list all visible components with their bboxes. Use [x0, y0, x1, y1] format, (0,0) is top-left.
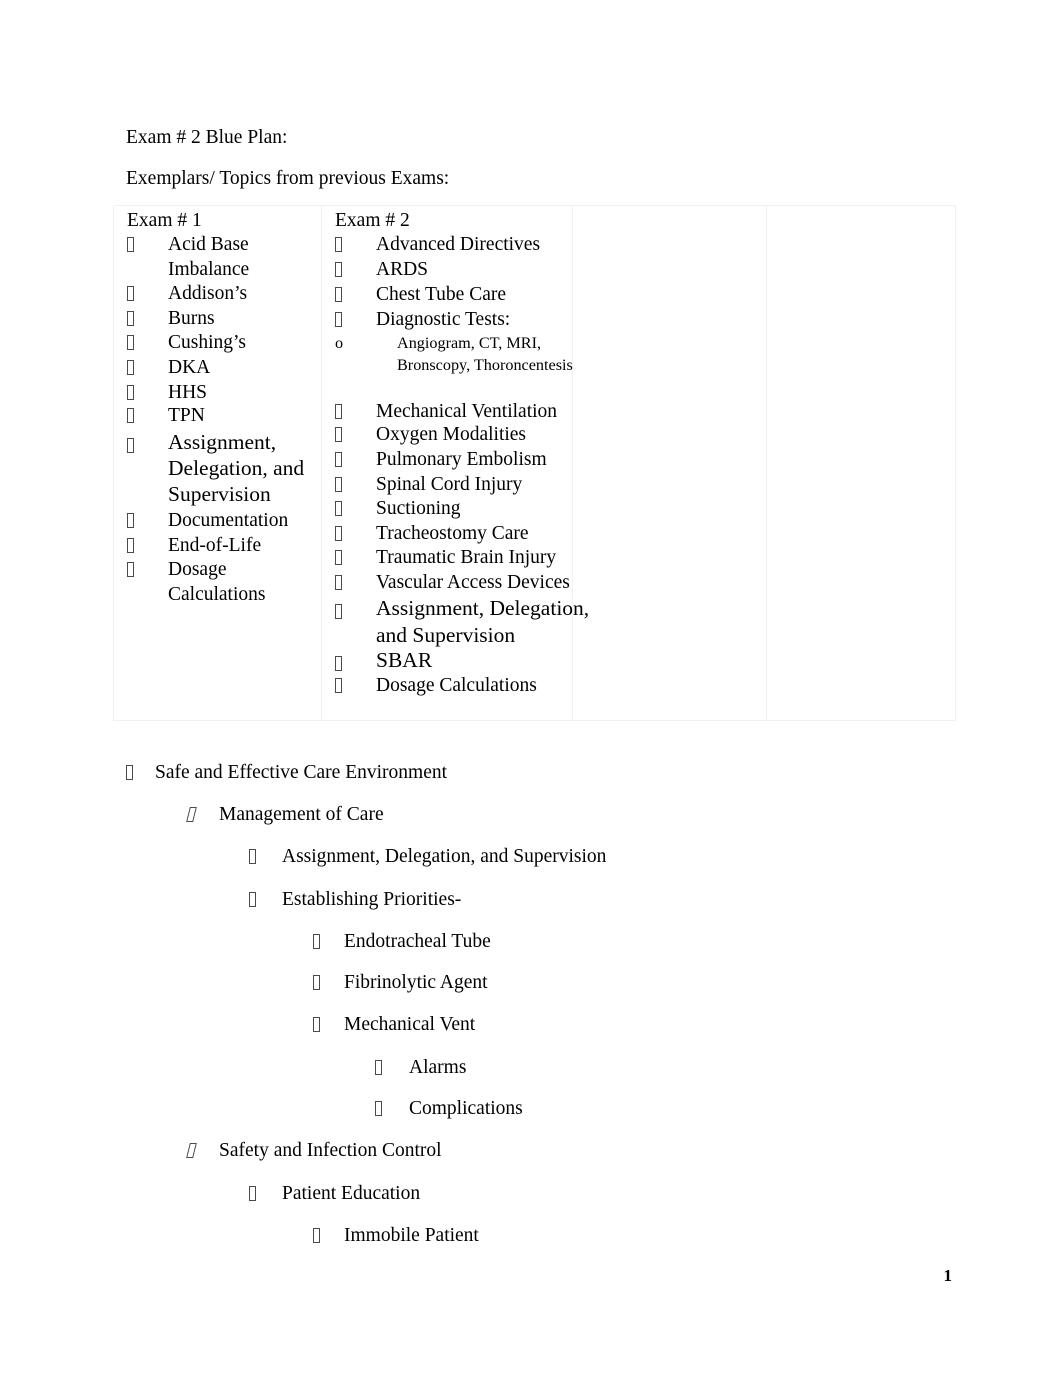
- bullet-icon: [127, 431, 134, 457]
- bullet-icon: [335, 497, 342, 522]
- bullet-icon: [313, 1013, 320, 1037]
- bullet-icon: [249, 888, 256, 912]
- outline-item-label: Endotracheal Tube: [344, 931, 491, 952]
- column-header-exam2: Exam # 2: [335, 210, 410, 231]
- bullet-icon: [127, 534, 134, 559]
- column-header-exam1: Exam # 1: [127, 210, 202, 231]
- bullet-icon: [127, 331, 134, 356]
- list-item-label: TPN: [168, 405, 205, 426]
- bullet-icon: [335, 448, 342, 473]
- outline-item-label: Mechanical Vent: [344, 1014, 476, 1035]
- list-item-label: HHS: [168, 382, 208, 403]
- outline-item-label: Complications: [409, 1098, 523, 1119]
- bullet-icon: [249, 1182, 256, 1206]
- bullet-icon: [186, 803, 197, 827]
- bullet-icon: [335, 674, 342, 699]
- list-item-label: Traumatic Brain Injury: [376, 547, 557, 568]
- subtitle: Exemplars/ Topics from previous Exams:: [126, 168, 450, 189]
- bullet-icon: [335, 423, 342, 448]
- list-item-label: SBAR: [376, 648, 433, 672]
- list-item-label: End-of-Life: [168, 535, 262, 556]
- bullet-icon: [335, 571, 342, 596]
- bullet-icon: [335, 258, 342, 283]
- bullet-icon: [375, 1056, 382, 1080]
- list-item-label: Diagnostic Tests:: [376, 309, 511, 330]
- table-cell-empty-4: [766, 205, 956, 721]
- table-cell-exam1: Exam # 1 Acid Base Imbalance Addison’s B…: [113, 205, 322, 721]
- outline-item-label: Immobile Patient: [344, 1225, 479, 1246]
- list-item-label: Dosage Calculations: [168, 559, 266, 605]
- bullet-icon: [127, 282, 134, 307]
- outline-item-label: Fibrinolytic Agent: [344, 972, 488, 993]
- sub-bullet-marker: o: [335, 334, 344, 352]
- bullet-icon: [335, 649, 342, 676]
- table-cell-empty-3: [572, 205, 767, 721]
- bullet-icon: [127, 233, 134, 258]
- bullet-icon: [127, 356, 134, 381]
- bullet-icon: [335, 283, 342, 308]
- outline-item-label: Assignment, Delegation, and Supervision: [282, 846, 607, 867]
- list-item-sub-label: Angiogram, CT, MRI, Bronscopy, Thoroncen…: [397, 334, 573, 374]
- table-cell-exam2: Exam # 2 Advanced Directives ARDS Chest …: [321, 205, 589, 721]
- bullet-icon: [127, 307, 134, 332]
- outline-item-label: Safety and Infection Control: [219, 1140, 442, 1161]
- bullet-icon: [186, 1139, 197, 1163]
- list-item-label: ARDS: [376, 259, 429, 280]
- list-item-label: Spinal Cord Injury: [376, 474, 523, 495]
- list-item-label: Burns: [168, 308, 215, 329]
- outline-item-label: Establishing Priorities-: [282, 889, 462, 910]
- bullet-icon: [335, 522, 342, 547]
- list-item-label: Acid Base Imbalance: [168, 234, 250, 280]
- exemplars-table: Exam # 1 Acid Base Imbalance Addison’s B…: [113, 205, 956, 721]
- outline-item-label: Management of Care: [219, 804, 384, 825]
- bullet-icon: [335, 400, 342, 425]
- bullet-icon: [313, 971, 320, 995]
- list-item-label: Suctioning: [376, 498, 461, 519]
- outline-item-label: Alarms: [409, 1057, 467, 1078]
- list-item-label: Assignment, Delegation, and Supervision: [376, 596, 590, 647]
- bullet-icon: [313, 930, 320, 954]
- bullet-icon: [127, 509, 134, 534]
- list-item-label: Oxygen Modalities: [376, 424, 527, 445]
- list-item-label: Chest Tube Care: [376, 284, 507, 305]
- list-item-label: Vascular Access Devices: [376, 572, 570, 593]
- bullet-icon: [335, 473, 342, 498]
- bullet-icon: [335, 233, 342, 258]
- bullet-icon: [127, 558, 134, 583]
- list-item-label: Pulmonary Embolism: [376, 449, 547, 470]
- list-item-label: Mechanical Ventilation: [376, 401, 558, 422]
- bullet-icon: [127, 381, 134, 406]
- list-item-label: Documentation: [168, 510, 289, 531]
- list-item-label: Tracheostomy Care: [376, 523, 529, 544]
- document-page: Exam # 2 Blue Plan: Exemplars/ Topics fr…: [0, 0, 1062, 1377]
- bullet-icon: [375, 1097, 382, 1121]
- bullet-icon: [335, 308, 342, 333]
- bullet-icon: [249, 845, 256, 869]
- list-item-label: DKA: [168, 357, 211, 378]
- bullet-icon: [335, 546, 342, 571]
- outline-item-label: Patient Education: [282, 1183, 421, 1204]
- bullet-icon: [127, 404, 134, 429]
- bullet-icon: [126, 761, 133, 785]
- bullet-icon: [313, 1224, 320, 1248]
- list-item-label: Cushing’s: [168, 332, 247, 353]
- outline-item-label: Safe and Effective Care Environment: [155, 762, 448, 783]
- list-item-label: Addison’s: [168, 283, 248, 304]
- page-title: Exam # 2 Blue Plan:: [126, 127, 288, 148]
- bullet-icon: [335, 597, 342, 624]
- page-number: 1: [943, 1266, 953, 1285]
- list-item-label: Dosage Calculations: [376, 675, 537, 696]
- list-item-label: Assignment, Delegation, and Supervision: [168, 430, 305, 506]
- list-item-label: Advanced Directives: [376, 234, 541, 255]
